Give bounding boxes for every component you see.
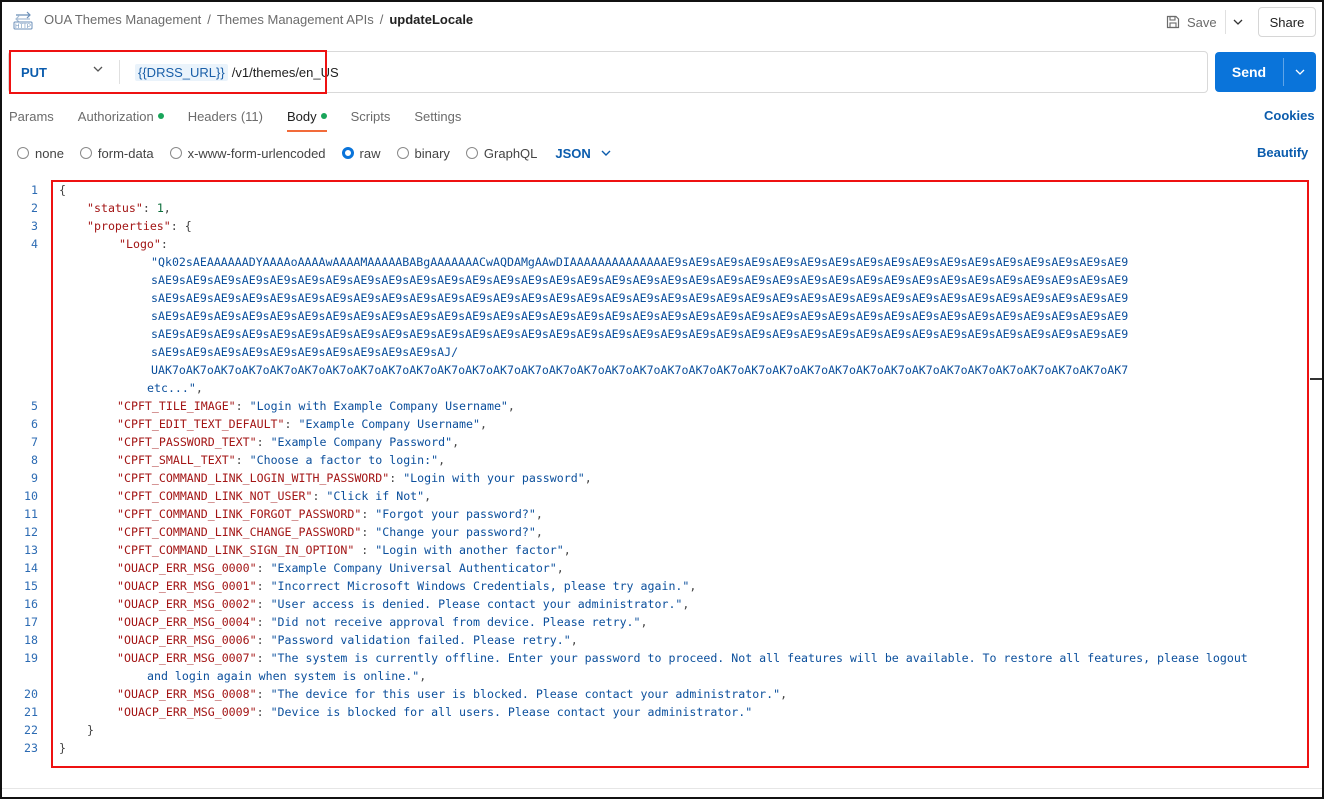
line-number: 9 xyxy=(31,471,38,485)
save-options-button[interactable] xyxy=(1225,10,1249,34)
tab-scripts[interactable]: Scripts xyxy=(351,106,391,126)
radio-circle-icon xyxy=(79,147,92,159)
line-number: 18 xyxy=(24,633,38,647)
svg-text:HTTP: HTTP xyxy=(15,24,31,30)
line-number: 14 xyxy=(24,561,38,575)
beautify-button[interactable]: Beautify xyxy=(1257,145,1308,160)
tab-label: Scripts xyxy=(350,108,391,124)
divider xyxy=(2,788,1322,789)
radio-label: form-data xyxy=(97,145,154,161)
radio-binary[interactable]: binary xyxy=(396,145,450,161)
tab-label: Params xyxy=(9,108,54,124)
line-number: 16 xyxy=(24,597,38,611)
breadcrumb-folder[interactable]: Themes Management APIs xyxy=(217,12,374,27)
breadcrumb-separator: / xyxy=(379,12,384,27)
radio-none[interactable]: none xyxy=(17,146,64,161)
line-number: 15 xyxy=(24,579,38,593)
line-number: 5 xyxy=(31,399,38,413)
chevron-down-icon xyxy=(1233,19,1242,25)
chevron-down-icon xyxy=(601,150,611,156)
tab-authorization[interactable]: Authorization xyxy=(78,106,164,126)
headers-count: (11) xyxy=(240,108,263,124)
line-number: 12 xyxy=(24,525,38,539)
radio-urlencoded[interactable]: x-www-form-urlencoded xyxy=(169,145,326,161)
line-number: 22 xyxy=(24,723,38,737)
tab-label: Authorization xyxy=(77,108,154,124)
line-number: 20 xyxy=(24,687,38,701)
save-icon xyxy=(1166,15,1180,29)
radio-circle-icon xyxy=(169,147,182,159)
line-number: 21 xyxy=(24,705,38,719)
save-button[interactable]: Save xyxy=(1165,10,1217,34)
breadcrumb-separator: / xyxy=(207,12,211,27)
line-number: 4 xyxy=(31,237,38,251)
status-dot-icon xyxy=(320,113,327,119)
tab-headers[interactable]: Headers (11) xyxy=(188,106,263,126)
tab-settings[interactable]: Settings xyxy=(414,106,461,126)
line-number: 11 xyxy=(24,507,38,521)
http-request-icon: HTTP xyxy=(13,11,33,30)
line-number: 10 xyxy=(24,489,38,503)
tab-body[interactable]: Body xyxy=(286,106,327,132)
request-header: HTTP OUA Themes Management / Themes Mana… xyxy=(2,2,1322,40)
radio-circle-icon xyxy=(465,147,478,159)
radio-circle-icon xyxy=(341,147,354,159)
radio-raw[interactable]: raw xyxy=(341,145,381,161)
breadcrumb: OUA Themes Management / Themes Managemen… xyxy=(44,12,473,27)
send-options-button[interactable] xyxy=(1283,58,1316,86)
status-dot-icon xyxy=(157,113,164,119)
save-label: Save xyxy=(1187,14,1217,30)
tab-label: Settings xyxy=(414,108,462,124)
radio-label: raw xyxy=(359,145,381,161)
request-name[interactable]: updateLocale xyxy=(389,12,473,27)
radio-label: GraphQL xyxy=(483,145,538,161)
send-label: Send xyxy=(1231,64,1267,80)
body-type-options: none form-data x-www-form-urlencoded raw… xyxy=(17,144,611,162)
highlight-box-body xyxy=(51,180,1309,768)
line-number: 1 xyxy=(31,183,38,197)
tab-label: Headers xyxy=(187,108,237,124)
line-number: 8 xyxy=(31,453,38,467)
format-select[interactable]: JSON xyxy=(555,145,611,161)
format-label: JSON xyxy=(555,145,591,161)
line-number: 7 xyxy=(31,435,38,449)
send-button[interactable]: Send xyxy=(1215,52,1316,92)
line-number: 6 xyxy=(31,417,38,431)
radio-label: none xyxy=(35,145,64,161)
line-number: 13 xyxy=(24,543,38,557)
chevron-down-icon xyxy=(1295,69,1305,75)
cookies-link[interactable]: Cookies xyxy=(1264,108,1315,123)
line-number: 2 xyxy=(31,201,38,215)
share-button[interactable]: Share xyxy=(1258,7,1316,37)
line-number: 23 xyxy=(24,741,38,755)
radio-circle-icon xyxy=(17,147,29,159)
scroll-marker xyxy=(1310,378,1322,380)
line-number: 19 xyxy=(24,651,38,665)
request-tabs: Params Authorization Headers (11) Body Sc… xyxy=(9,106,461,132)
tab-label: Body xyxy=(286,108,317,124)
radio-label: x-www-form-urlencoded xyxy=(187,145,326,161)
breadcrumb-collection[interactable]: OUA Themes Management xyxy=(44,12,201,27)
tab-params[interactable]: Params xyxy=(9,106,54,126)
radio-graphql[interactable]: GraphQL xyxy=(465,145,538,161)
radio-label: binary xyxy=(414,145,450,161)
line-number: 17 xyxy=(24,615,38,629)
line-number: 3 xyxy=(31,219,38,233)
highlight-box-url xyxy=(9,50,327,94)
radio-form-data[interactable]: form-data xyxy=(79,145,154,161)
radio-circle-icon xyxy=(396,147,409,159)
